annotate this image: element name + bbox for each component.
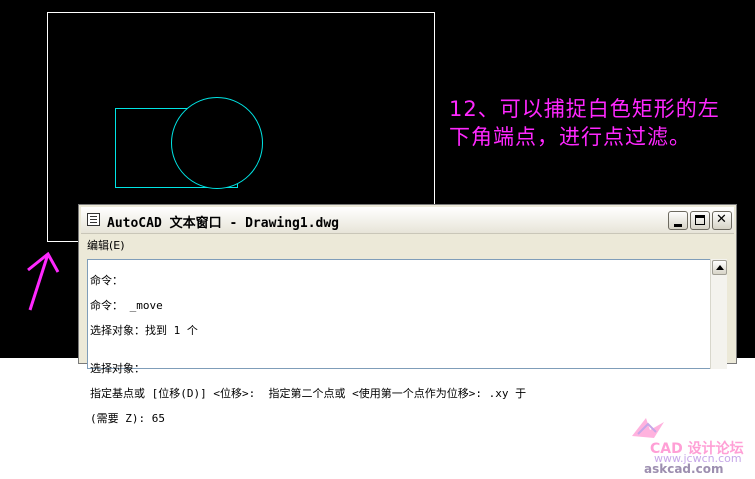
watermark-domain: askcad.com [644, 462, 724, 476]
maximize-button[interactable] [690, 211, 710, 230]
history-line: (需要 Z): 65 [90, 412, 165, 426]
window-titlebar[interactable]: AutoCAD 文本窗口 - Drawing1.dwg [81, 207, 734, 234]
annotation-line-1: 12、可以捕捉白色矩形的左 [449, 97, 720, 121]
magenta-arrow-icon [27, 251, 60, 311]
history-line: 命令： [90, 273, 123, 287]
history-line: 指定基点或 [位移(D)] <位移>: 指定第二个点或 <使用第一个点作为位移>… [90, 386, 527, 400]
watermark: CAD 设计论坛 www.jcwcn.com askcad.com [628, 412, 752, 476]
command-history-text: 命令： 命令： _move 选择对象：找到 1 个 选择对象： 指定基点或 [位… [90, 262, 526, 451]
command-history[interactable]: 命令： 命令： _move 选择对象：找到 1 个 选择对象： 指定基点或 [位… [87, 259, 718, 425]
cyan-circle [171, 97, 263, 189]
close-button[interactable] [712, 211, 732, 230]
scroll-up-button[interactable] [712, 260, 727, 275]
autocad-text-window[interactable]: AutoCAD 文本窗口 - Drawing1.dwg 编辑(E) 命令： 命令… [78, 204, 737, 425]
window-title: AutoCAD 文本窗口 - Drawing1.dwg [107, 216, 340, 231]
annotation-text: 12、可以捕捉白色矩形的左 下角端点，进行点过滤。 [449, 95, 749, 151]
annotation-line-2: 下角端点，进行点过滤。 [449, 125, 691, 149]
history-line: 选择对象： [90, 361, 145, 375]
minimize-button[interactable] [668, 211, 688, 230]
vertical-scrollbar[interactable] [710, 259, 727, 369]
history-line: 选择对象：找到 1 个 [90, 323, 198, 337]
menubar: 编辑(E) [81, 234, 734, 254]
text-window-icon [87, 213, 100, 226]
menu-edit[interactable]: 编辑(E) [87, 237, 125, 253]
history-line: 命令： _move [90, 298, 163, 312]
